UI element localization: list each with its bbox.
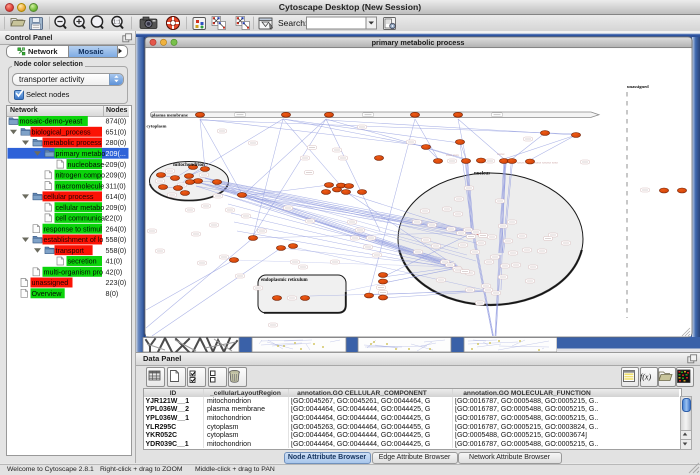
svg-text:primary metabolic process: primary metabolic process	[372, 38, 465, 47]
svg-text:280(0): 280(0)	[106, 138, 127, 147]
svg-text:209(0): 209(0)	[106, 203, 127, 212]
svg-text:558(0): 558(0)	[106, 235, 127, 244]
svg-text:Overview: Overview	[32, 289, 63, 298]
svg-text:311(0): 311(0)	[106, 181, 126, 190]
svg-text:mosaic-demo-yeast: mosaic-demo-yeast	[20, 117, 83, 126]
svg-text:response to stimul: response to stimul	[44, 224, 103, 233]
svg-text:establishment of lo: establishment of lo	[44, 235, 104, 244]
svg-text:651(0): 651(0)	[106, 128, 127, 137]
svg-text:41(0): 41(0)	[106, 257, 123, 266]
svg-text:cell communicat: cell communicat	[56, 214, 108, 223]
svg-text:biological_process: biological_process	[32, 128, 92, 137]
svg-text:xxxxx: xxxxx	[497, 152, 505, 156]
svg-text:614(0): 614(0)	[106, 192, 127, 201]
svg-text:209(0): 209(0)	[106, 160, 127, 169]
svg-text:264(0): 264(0)	[106, 224, 127, 233]
svg-text:secretion: secretion	[68, 257, 97, 266]
svg-text:42(0): 42(0)	[106, 268, 123, 277]
svg-text:nucleus: nucleus	[474, 172, 490, 177]
svg-text:cellular metabo: cellular metabo	[56, 203, 105, 212]
svg-text:macromolecule: macromolecule	[56, 181, 105, 190]
svg-text:Search:: Search:	[278, 18, 307, 28]
svg-text:plasma membrane: plasma membrane	[152, 112, 188, 117]
svg-text:cytoplasm: cytoplasm	[147, 124, 167, 129]
svg-text:unassigned: unassigned	[627, 84, 649, 89]
svg-text:metabolic process: metabolic process	[44, 138, 102, 147]
svg-text:multi-organism pro: multi-organism pro	[44, 268, 104, 277]
svg-text:558(0): 558(0)	[106, 246, 127, 255]
svg-text:transport: transport	[56, 246, 84, 255]
svg-text:nucleobase-: nucleobase-	[68, 160, 108, 169]
svg-text:xxxx xxxx: xxxx xxxx	[446, 153, 459, 157]
svg-text:8(0): 8(0)	[106, 289, 119, 298]
svg-text:874(0): 874(0)	[106, 117, 127, 126]
svg-text:22(0): 22(0)	[106, 214, 123, 223]
svg-text:223(0): 223(0)	[106, 278, 127, 287]
svg-text:unassigned: unassigned	[32, 278, 69, 287]
svg-text:primary metabo: primary metabo	[56, 149, 106, 158]
svg-text:xxxxx xxxxx xxxxx xxxxxx xxxx: xxxxx xxxxx xxxxx xxxxxx xxxx	[517, 161, 558, 165]
svg-text:cellular process: cellular process	[44, 192, 94, 201]
svg-text:nitrogen compo: nitrogen compo	[56, 171, 106, 180]
svg-text:209(...: 209(...	[106, 149, 126, 158]
svg-text:f(x): f(x)	[640, 373, 651, 382]
svg-text:209(0): 209(0)	[106, 171, 127, 180]
svg-text:endoplasmic reticulum: endoplasmic reticulum	[261, 278, 308, 283]
svg-text:mitochondrion: mitochondrion	[173, 163, 205, 168]
